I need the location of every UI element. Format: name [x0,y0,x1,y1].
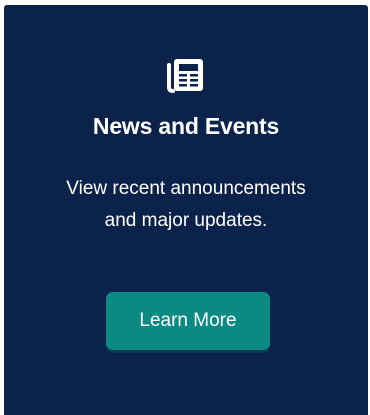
learn-more-button[interactable]: Learn More [106,292,270,350]
newspaper-icon [167,59,203,93]
card-description-line-1: View recent announcements [66,178,306,199]
newspaper-icon-container [4,56,368,96]
news-events-card: News and Events View recent announcement… [4,5,368,415]
card-title: News and Events [92,113,280,139]
card-description: View recent announcements and major upda… [24,173,348,237]
card-description-line-2: and major updates. [104,210,268,231]
